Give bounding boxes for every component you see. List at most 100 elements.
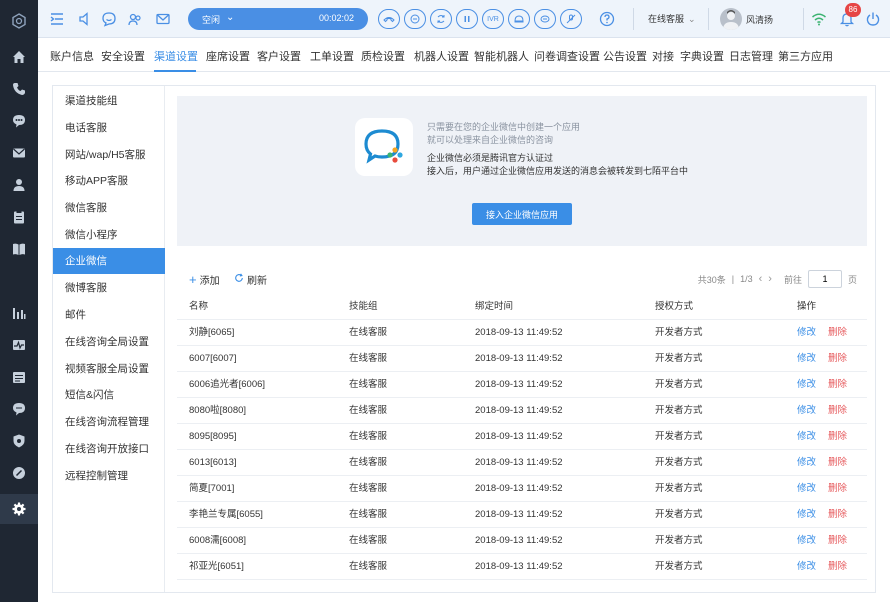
delete-link[interactable]: 删除 (828, 431, 847, 442)
agent-status-dropdown[interactable]: 空闲 ⌄ 00:02:02 (188, 8, 368, 30)
next-page-icon[interactable]: › (768, 273, 772, 285)
subnav-item-sms[interactable]: 短信&闪信 (53, 382, 165, 408)
tab-ticket-settings[interactable]: 工单设置 (310, 48, 354, 64)
subnav-item-wechat[interactable]: 微信客服 (53, 195, 165, 221)
agent-group-dropdown[interactable]: 在线客服 ⌄ (648, 12, 696, 25)
pause-icon[interactable] (456, 9, 478, 29)
avatar[interactable] (720, 8, 742, 30)
mute-icon[interactable] (560, 9, 582, 29)
add-button[interactable]: + 添加 (189, 272, 220, 288)
edit-link[interactable]: 修改 (797, 457, 816, 468)
edit-link[interactable]: 修改 (797, 431, 816, 442)
delete-link[interactable]: 删除 (828, 509, 847, 520)
tab-seat-settings[interactable]: 座席设置 (206, 48, 250, 64)
chat-icon[interactable] (534, 9, 556, 29)
tab-channel-settings[interactable]: 渠道设置 (154, 48, 198, 64)
home-icon[interactable] (0, 46, 38, 68)
delete-link[interactable]: 删除 (828, 483, 847, 494)
subnav-item-email[interactable]: 邮件 (53, 302, 165, 328)
pagination: 共30条 | 1/3 ‹ › 前往 页 (698, 268, 857, 290)
clipboard-icon[interactable] (0, 206, 38, 228)
edit-link[interactable]: 修改 (797, 327, 816, 338)
cell-bind-time: 2018-09-13 11:49:52 (475, 561, 563, 572)
shield-icon[interactable] (0, 430, 38, 452)
power-icon[interactable] (864, 10, 882, 28)
chat-smile-icon[interactable] (100, 10, 118, 28)
subnav-item-mobile-app[interactable]: 移动APP客服 (53, 168, 165, 194)
prev-page-icon[interactable]: ‹ (759, 273, 763, 285)
tab-customer-settings[interactable]: 客户设置 (257, 48, 301, 64)
tab-third-party-apps[interactable]: 第三方应用 (778, 48, 833, 64)
transfer-icon[interactable] (430, 9, 452, 29)
subnav-item-video-global[interactable]: 视频客服全局设置 (53, 356, 165, 382)
cell-auth-method: 开发者方式 (655, 535, 703, 546)
delete-link[interactable]: 删除 (828, 405, 847, 416)
tab-account-info[interactable]: 账户信息 (50, 48, 94, 64)
phone-icon[interactable] (0, 78, 38, 100)
subnav-item-wecom[interactable]: 企业微信 (53, 248, 165, 274)
tab-log-management[interactable]: 日志管理 (729, 48, 773, 64)
user-icon[interactable] (0, 174, 38, 196)
edit-link[interactable]: 修改 (797, 379, 816, 390)
cell-skill-group: 在线客服 (349, 483, 388, 494)
settings-gear-icon[interactable] (0, 494, 38, 524)
subnav-item-weibo[interactable]: 微博客服 (53, 275, 165, 301)
app-logo-icon (0, 6, 38, 36)
cell-name: 简夏[7001] (189, 483, 235, 494)
subnav-item-web[interactable]: 网站/wap/H5客服 (53, 142, 165, 168)
ivr-button[interactable]: IVR (482, 9, 504, 29)
delete-link[interactable]: 删除 (828, 353, 847, 364)
consult-icon[interactable] (508, 9, 530, 29)
cell-auth-method: 开发者方式 (655, 405, 703, 416)
phone-hangup-icon[interactable] (378, 9, 400, 29)
edit-link[interactable]: 修改 (797, 483, 816, 494)
edit-link[interactable]: 修改 (797, 535, 816, 546)
menu-collapse-icon[interactable] (48, 10, 66, 28)
delete-link[interactable]: 删除 (828, 535, 847, 546)
monitor-wave-icon[interactable] (0, 334, 38, 356)
delete-link[interactable]: 删除 (828, 379, 847, 390)
link-icon[interactable] (0, 462, 38, 484)
connect-wecom-button[interactable]: 接入企业微信应用 (472, 203, 572, 225)
refresh-button[interactable]: 刷新 (234, 272, 267, 287)
subnav-item-skill-groups[interactable]: 渠道技能组 (53, 88, 165, 114)
help-icon[interactable] (598, 10, 616, 28)
edit-link[interactable]: 修改 (797, 405, 816, 416)
tab-robot-settings[interactable]: 机器人设置 (414, 48, 469, 64)
edit-link[interactable]: 修改 (797, 509, 816, 520)
calendar-list-icon[interactable] (0, 366, 38, 388)
tab-notice-settings[interactable]: 公告设置 (603, 48, 647, 64)
delete-link[interactable]: 删除 (828, 561, 847, 572)
mail-icon[interactable] (0, 142, 38, 164)
subnav-item-online-global[interactable]: 在线咨询全局设置 (53, 329, 165, 355)
user-name[interactable]: 风清扬 (746, 13, 773, 26)
hold-icon[interactable] (404, 9, 426, 29)
tab-qa-settings[interactable]: 质检设置 (361, 48, 405, 64)
subnav-item-phone[interactable]: 电话客服 (53, 115, 165, 141)
message-icon[interactable] (0, 398, 38, 420)
table-row: 6013[6013] 在线客服 2018-09-13 11:49:52 开发者方式 修改… (177, 450, 867, 476)
banner-text-line4: 接入后，用户通过企业微信应用发送的消息会被转发到七陌平台中 (427, 166, 689, 176)
tab-survey-settings[interactable]: 问卷调查设置 (534, 48, 600, 64)
speaker-icon[interactable] (76, 10, 94, 28)
bar-chart-icon[interactable] (0, 302, 38, 324)
subnav-item-mini-program[interactable]: 微信小程序 (53, 222, 165, 248)
edit-link[interactable]: 修改 (797, 561, 816, 572)
cell-bind-time: 2018-09-13 11:49:52 (475, 405, 563, 416)
contacts-icon[interactable] (126, 10, 144, 28)
subnav-item-online-flow[interactable]: 在线咨询流程管理 (53, 409, 165, 435)
delete-link[interactable]: 删除 (828, 457, 847, 468)
page-number-input[interactable] (807, 270, 842, 288)
cell-auth-method: 开发者方式 (655, 431, 703, 442)
tab-security[interactable]: 安全设置 (101, 48, 145, 64)
delete-link[interactable]: 删除 (828, 327, 847, 338)
edit-link[interactable]: 修改 (797, 353, 816, 364)
book-icon[interactable] (0, 238, 38, 260)
tab-smart-robot[interactable]: 智能机器人 (474, 48, 529, 64)
tab-integration[interactable]: 对接 (652, 48, 674, 64)
chat-bubble-icon[interactable] (0, 110, 38, 132)
subnav-item-remote-control[interactable]: 远程控制管理 (53, 463, 165, 489)
subnav-item-online-api[interactable]: 在线咨询开放接口 (53, 436, 165, 462)
envelope-icon[interactable] (154, 10, 172, 28)
tab-dictionary-settings[interactable]: 字典设置 (680, 48, 724, 64)
